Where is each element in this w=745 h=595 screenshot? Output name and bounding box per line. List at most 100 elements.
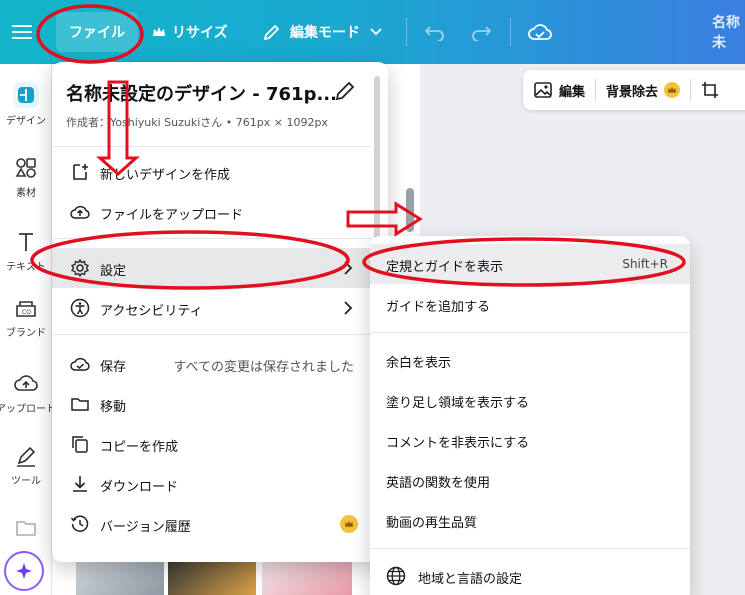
sidebar-item-text[interactable]: テキスト xyxy=(0,230,52,273)
crown-icon xyxy=(153,27,165,36)
undo-icon xyxy=(424,26,444,41)
undo-button[interactable] xyxy=(424,0,446,64)
submenu-item-show-bleed[interactable]: 塗り足し領域を表示する xyxy=(370,380,690,420)
submenu-item-language-region[interactable]: 地域と言語の設定 xyxy=(370,556,690,595)
submenu-item-label: コメントを非表示にする xyxy=(386,436,530,451)
design-title: 名称未設定のデザイン - 761p... xyxy=(66,84,337,105)
photo-thumbnail[interactable] xyxy=(76,560,164,595)
sidebar-item-uploads[interactable]: アップロード xyxy=(0,372,56,415)
menu-item-settings[interactable]: 設定 xyxy=(52,248,372,288)
crown-icon xyxy=(340,515,358,533)
crop-button[interactable] xyxy=(691,70,729,110)
pencil-icon xyxy=(335,81,355,101)
image-edit-label: 編集 xyxy=(559,84,586,100)
sidebar-item-brand[interactable]: CO ブランド xyxy=(0,296,52,339)
sidebar-item-design[interactable]: デザイン xyxy=(0,82,52,127)
menu-item-download[interactable]: ダウンロード xyxy=(52,464,372,504)
photo-thumbnail[interactable] xyxy=(262,560,352,595)
sidebar-item-label: デザイン xyxy=(6,116,46,127)
menu-divider xyxy=(370,332,690,333)
submenu-item-label: 英語の関数を使用 xyxy=(386,476,491,491)
toolbar-divider xyxy=(406,18,407,46)
resize-label: リサイズ xyxy=(172,25,228,41)
sidebar-item-tools[interactable]: ツール xyxy=(0,444,52,487)
magic-assistant-button[interactable] xyxy=(4,551,44,591)
panel-scrollbar[interactable] xyxy=(406,188,414,232)
brand-icon: CO xyxy=(16,301,36,317)
menu-divider xyxy=(52,334,372,335)
remove-background-button[interactable]: 背景除去 xyxy=(596,70,690,110)
rename-design-button[interactable] xyxy=(334,80,356,102)
resize-button[interactable]: リサイズ xyxy=(152,0,228,64)
menu-item-move[interactable]: 移動 xyxy=(52,384,372,424)
submenu-item-label: 塗り足し領域を表示する xyxy=(386,396,530,411)
submenu-item-rulers-guides[interactable]: 定規とガイドを表示 Shift+R xyxy=(370,244,690,284)
menu-divider xyxy=(370,548,690,549)
sidebar-item-label: 素材 xyxy=(16,188,36,199)
top-toolbar: ファイル リサイズ 編集モード 名称未 xyxy=(0,0,745,64)
svg-text:CO: CO xyxy=(22,309,31,316)
edit-mode-button[interactable]: 編集モード xyxy=(262,0,382,64)
menu-item-accessibility[interactable]: アクセシビリティ xyxy=(52,288,372,328)
menu-item-make-copy[interactable]: コピーを作成 xyxy=(52,424,372,464)
cloud-upload-icon xyxy=(14,375,38,391)
keyboard-shortcut: Shift+R xyxy=(622,257,668,271)
hamburger-menu-button[interactable] xyxy=(12,0,36,64)
sidebar-item-folder[interactable] xyxy=(0,516,52,544)
design-icon xyxy=(13,82,39,108)
remove-background-label: 背景除去 xyxy=(606,84,659,100)
menu-icon xyxy=(12,25,32,39)
crop-icon xyxy=(702,82,719,98)
submenu-item-label: 地域と言語の設定 xyxy=(418,572,523,587)
menu-divider xyxy=(52,146,372,147)
submenu-item-hide-comments[interactable]: コメントを非表示にする xyxy=(370,420,690,460)
menu-item-label: 保存 xyxy=(100,360,127,375)
menu-item-label: ダウンロード xyxy=(100,480,179,495)
file-menu-label: ファイル xyxy=(69,25,125,41)
sidebar-item-label: アップロード xyxy=(0,404,56,415)
submenu-item-video-quality[interactable]: 動画の再生品質 xyxy=(370,500,690,540)
menu-item-label: 移動 xyxy=(100,400,127,415)
image-edit-button[interactable]: 編集 xyxy=(523,70,595,110)
submenu-item-label: ガイドを追加する xyxy=(386,300,491,315)
menu-item-save[interactable]: 保存 すべての変更は保存されました xyxy=(52,344,372,384)
submenu-item-label: 定規とガイドを表示 xyxy=(386,260,504,275)
shapes-icon xyxy=(15,158,36,178)
design-name-text: 名称未 xyxy=(712,15,740,51)
file-menu-dropdown: 名称未設定のデザイン - 761p... 作成者：Yoshiyuki Suzuk… xyxy=(52,62,388,562)
cloud-saved-button[interactable] xyxy=(528,0,552,64)
crown-icon xyxy=(664,82,681,98)
submenu-item-label: 余白を表示 xyxy=(386,356,452,371)
accessibility-icon xyxy=(70,298,90,318)
menu-item-new-design[interactable]: 新しいデザインを作成 xyxy=(52,152,372,192)
submenu-item-add-guides[interactable]: ガイドを追加する xyxy=(370,284,690,324)
folder-icon xyxy=(16,521,36,536)
save-status: すべての変更は保存されました xyxy=(173,360,354,375)
menu-item-label: ファイルをアップロード xyxy=(100,208,244,223)
menu-item-version-history[interactable]: バージョン履歴 xyxy=(52,504,372,544)
sidebar-item-label: ブランド xyxy=(6,328,46,339)
cloud-check-icon xyxy=(70,357,90,371)
menu-divider xyxy=(52,238,372,239)
file-menu-button[interactable]: ファイル xyxy=(56,12,138,52)
cloud-upload-icon xyxy=(70,205,90,219)
photo-thumbnail[interactable] xyxy=(168,560,256,595)
history-icon xyxy=(70,515,89,532)
add-page-icon xyxy=(73,164,88,180)
submenu-item-english-functions[interactable]: 英語の関数を使用 xyxy=(370,460,690,500)
menu-item-upload-file[interactable]: ファイルをアップロード xyxy=(52,192,372,232)
design-name-label[interactable]: 名称未 xyxy=(712,0,745,64)
image-icon xyxy=(534,82,552,98)
submenu-item-show-margins[interactable]: 余白を表示 xyxy=(370,340,690,380)
text-icon xyxy=(19,233,33,251)
sidebar-item-elements[interactable]: 素材 xyxy=(0,156,52,199)
cloud-check-icon xyxy=(528,24,552,40)
chevron-down-icon xyxy=(370,28,382,36)
chevron-right-icon xyxy=(344,261,353,275)
redo-button[interactable] xyxy=(470,0,492,64)
folder-icon xyxy=(71,398,89,411)
sparkle-icon xyxy=(16,563,32,579)
gear-icon xyxy=(71,258,89,278)
menu-item-label: バージョン履歴 xyxy=(100,520,191,535)
redo-icon xyxy=(472,26,492,41)
